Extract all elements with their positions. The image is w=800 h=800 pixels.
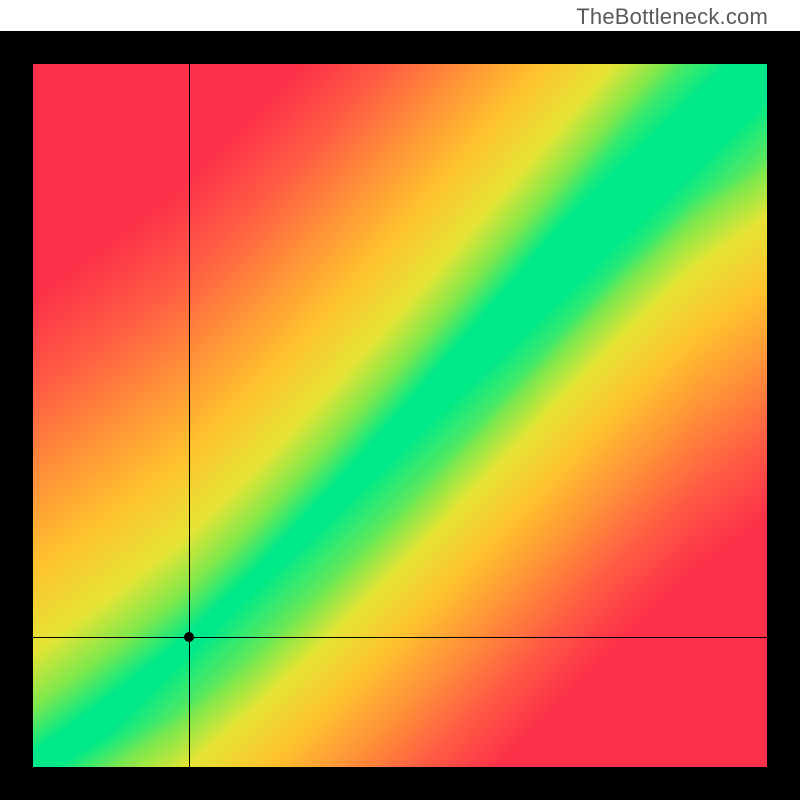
marker-dot <box>184 632 194 642</box>
heatmap-canvas <box>33 64 767 767</box>
crosshair-vertical <box>189 64 190 767</box>
crosshair-horizontal <box>33 637 767 638</box>
chart-outer-frame <box>0 31 800 800</box>
chart-container: TheBottleneck.com <box>0 0 800 800</box>
heatmap-plot-area <box>33 64 767 767</box>
watermark-text: TheBottleneck.com <box>576 4 768 30</box>
